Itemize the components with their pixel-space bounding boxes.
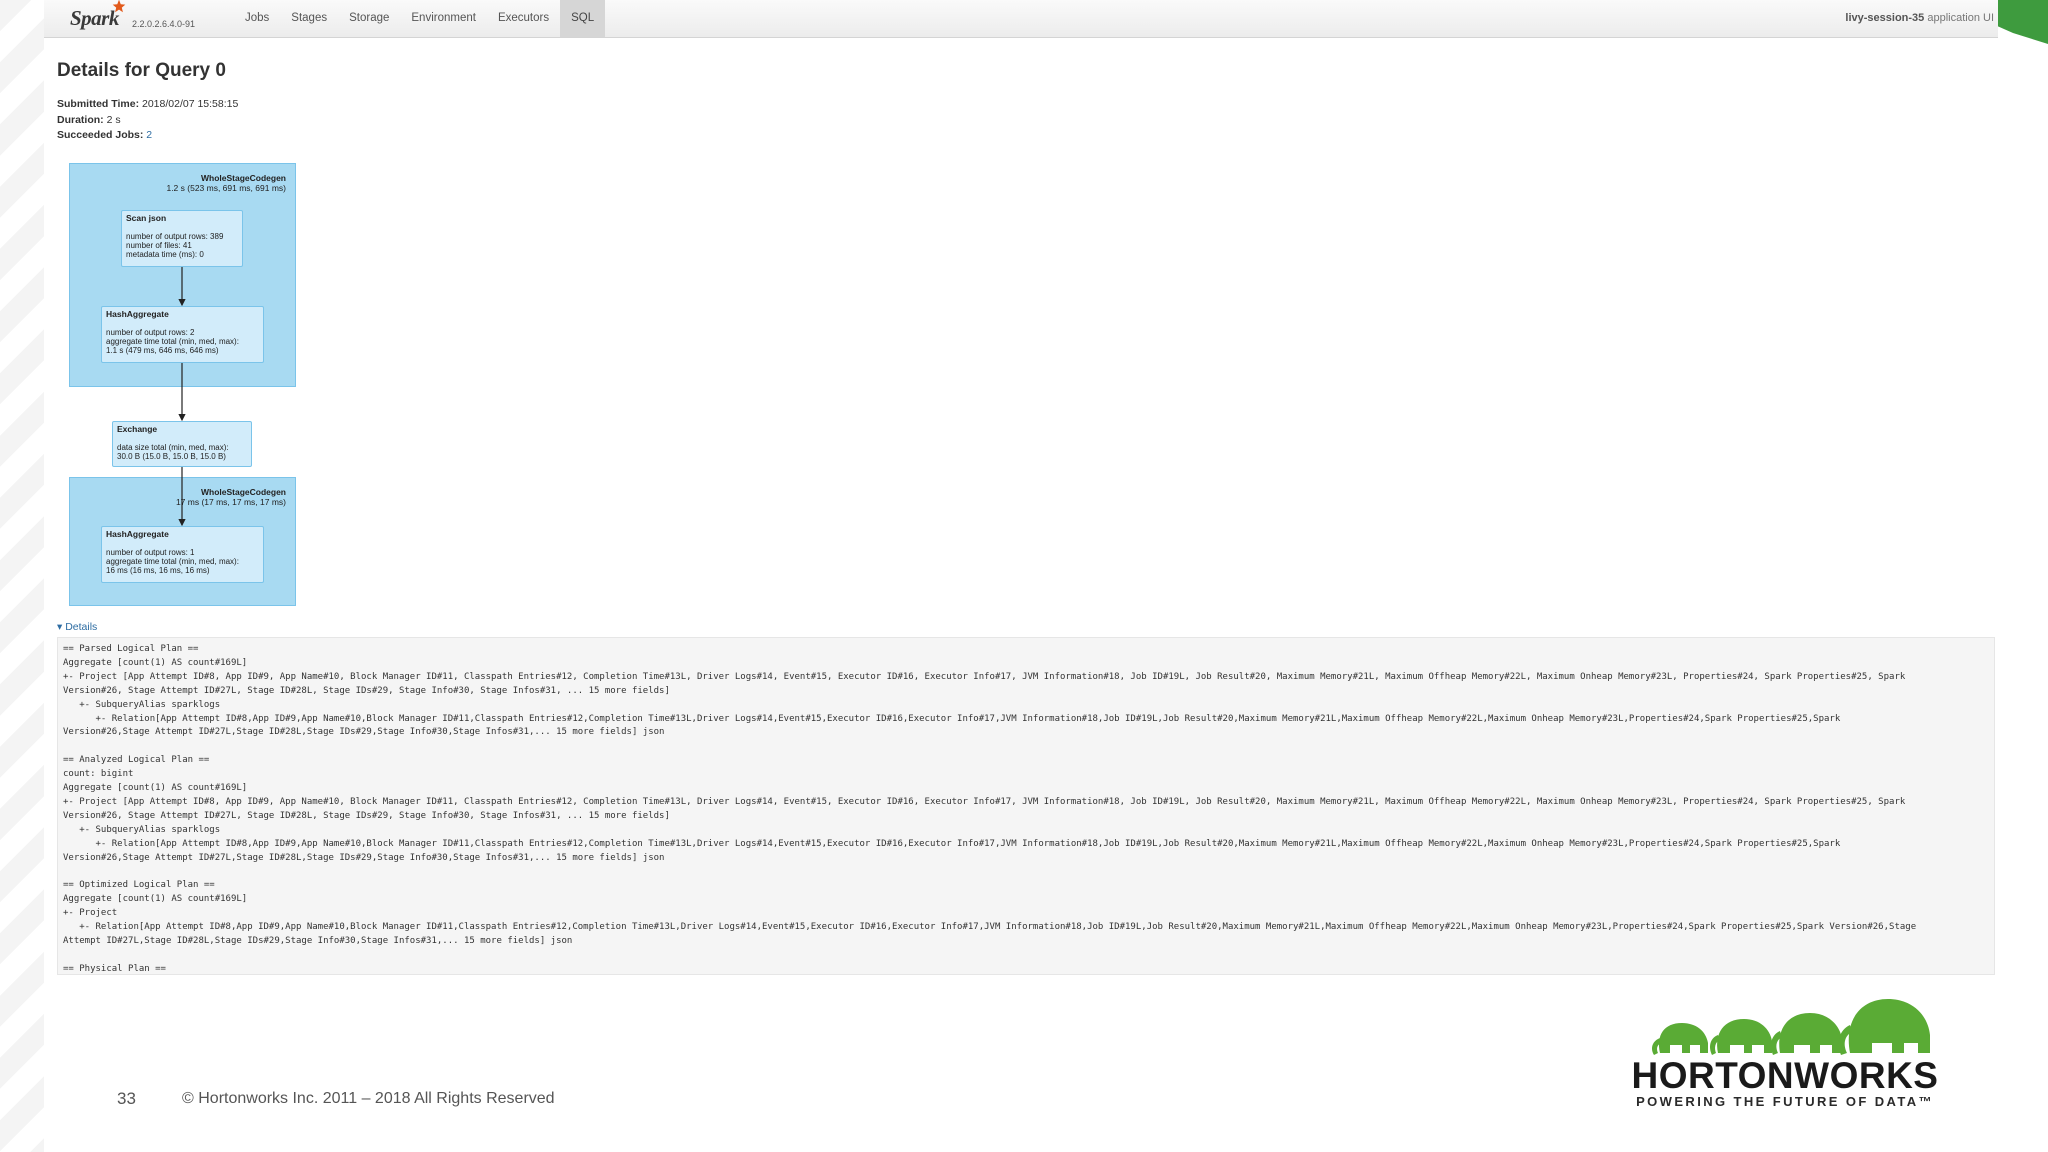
succeeded-jobs-link[interactable]: 2 bbox=[146, 129, 152, 141]
query-plan-text: == Parsed Logical Plan == Aggregate [cou… bbox=[57, 637, 1995, 975]
submitted-time-row: Submitted Time: 2018/02/07 15:58:15 bbox=[57, 97, 238, 113]
plan-line: count: bigint bbox=[63, 769, 134, 780]
plan-line: Version#26,Stage Attempt ID#27L,Stage ID… bbox=[63, 852, 665, 863]
slide-green-accent bbox=[1998, 0, 2048, 44]
succeeded-jobs-label: Succeeded Jobs: bbox=[57, 129, 144, 141]
cluster-1-metric: 1.2 s (523 ms, 691 ms, 691 ms) bbox=[166, 182, 286, 193]
cluster-2-title: WholeStageCodegen 17 ms (17 ms, 17 ms, 1… bbox=[175, 487, 286, 507]
node-hash-aggregate-2[interactable]: HashAggregate number of output rows: 1 a… bbox=[101, 526, 264, 583]
plan-line: == Optimized Logical Plan == bbox=[63, 880, 215, 891]
node-scan-title: Scan json bbox=[126, 213, 167, 223]
plan-line: Aggregate [count(1) AS count#169L] bbox=[63, 783, 248, 794]
logo-tagline: POWERING THE FUTURE OF DATA™ bbox=[1636, 1094, 1934, 1109]
node-hash1-metric: number of output rows: 2 bbox=[106, 328, 195, 337]
node-hash1-metric: 1.1 s (479 ms, 646 ms, 646 ms) bbox=[106, 346, 219, 355]
tab-stages[interactable]: Stages bbox=[280, 0, 338, 37]
duration-value: 2 s bbox=[106, 113, 121, 126]
spark-star-icon bbox=[112, 0, 126, 13]
cluster-2-metric: 17 ms (17 ms, 17 ms, 17 ms) bbox=[175, 496, 286, 507]
details-toggle[interactable]: ▾ Details bbox=[57, 621, 97, 633]
tab-executors[interactable]: Executors bbox=[487, 0, 560, 37]
page-title: Details for Query 0 bbox=[57, 60, 226, 81]
details-label: Details bbox=[65, 621, 98, 633]
node-hash1-metric: aggregate time total (min, med, max): bbox=[106, 337, 239, 346]
node-hash2-metric: aggregate time total (min, med, max): bbox=[106, 557, 239, 566]
node-scan-json[interactable]: Scan json number of output rows: 389 num… bbox=[121, 210, 243, 267]
node-hash2-metric: number of output rows: 1 bbox=[106, 548, 195, 557]
query-meta: Submitted Time: 2018/02/07 15:58:15 Dura… bbox=[57, 97, 238, 144]
node-exchange[interactable]: Exchange data size total (min, med, max)… bbox=[112, 421, 252, 467]
plan-line: == Physical Plan == bbox=[63, 963, 166, 974]
plan-line: Version#26, Stage Attempt ID#27L, Stage … bbox=[63, 810, 670, 821]
plan-line: +- Relation[App Attempt ID#8,App ID#9,Ap… bbox=[95, 838, 1841, 849]
nav-tabs: Jobs Stages Storage Environment Executor… bbox=[234, 0, 606, 37]
plan-line: +- Project [App Attempt ID#8, App ID#9, … bbox=[63, 796, 1906, 807]
cluster-1-title: WholeStageCodegen 1.2 s (523 ms, 691 ms,… bbox=[166, 173, 286, 193]
node-exchange-title: Exchange bbox=[117, 424, 158, 434]
tab-sql[interactable]: SQL bbox=[560, 0, 606, 37]
duration-row: Duration: 2 s bbox=[57, 113, 238, 129]
plan-line: +- Project bbox=[63, 908, 118, 919]
node-hash-aggregate-1[interactable]: HashAggregate number of output rows: 2 a… bbox=[101, 306, 264, 363]
cluster-1-name: WholeStageCodegen bbox=[200, 173, 286, 183]
plan-line: +- Relation[App Attempt ID#8,App ID#9,Ap… bbox=[95, 713, 1841, 724]
plan-line: Attempt ID#27L,Stage ID#28L,Stage IDs#29… bbox=[63, 936, 573, 947]
node-hash1-title: HashAggregate bbox=[106, 309, 169, 319]
node-hash2-metric: 16 ms (16 ms, 16 ms, 16 ms) bbox=[106, 566, 210, 575]
plan-line: Aggregate [count(1) AS count#169L] bbox=[63, 657, 248, 668]
plan-line: +- Relation[App Attempt ID#8,App ID#9,Ap… bbox=[79, 922, 1917, 933]
plan-line: +- SubqueryAlias sparklogs bbox=[79, 699, 221, 710]
node-hash2-title: HashAggregate bbox=[106, 529, 169, 539]
node-scan-metric: metadata time (ms): 0 bbox=[126, 250, 204, 259]
plan-line: +- SubqueryAlias sparklogs bbox=[79, 824, 221, 835]
node-exchange-metric: data size total (min, med, max): bbox=[117, 443, 229, 452]
submitted-time-label: Submitted Time: bbox=[57, 98, 140, 110]
spark-navbar: Spark 2.2.0.2.6.4.0-91 Jobs Stages Stora… bbox=[44, 0, 1998, 38]
copyright-text: © Hortonworks Inc. 2011 – 2018 All Right… bbox=[182, 1090, 555, 1107]
app-ui-label: application UI bbox=[1927, 12, 1994, 24]
submitted-time-value: 2018/02/07 15:58:15 bbox=[141, 98, 239, 110]
plan-line: Version#26, Stage Attempt ID#27L, Stage … bbox=[63, 685, 670, 696]
node-exchange-metric: 30.0 B (15.0 B, 15.0 B, 15.0 B) bbox=[117, 452, 226, 461]
tab-jobs[interactable]: Jobs bbox=[234, 0, 280, 37]
cluster-2-name: WholeStageCodegen bbox=[200, 487, 286, 497]
logo-name: HORTONWORKS bbox=[1631, 1055, 1939, 1096]
succeeded-jobs-row: Succeeded Jobs: 2 bbox=[57, 128, 238, 144]
plan-line: Version#26,Stage Attempt ID#27L,Stage ID… bbox=[63, 727, 665, 738]
plan-line: == Analyzed Logical Plan == bbox=[63, 755, 210, 766]
plan-line: +- Project [App Attempt ID#8, App ID#9, … bbox=[63, 671, 1906, 682]
spark-version: 2.2.0.2.6.4.0-91 bbox=[132, 19, 196, 29]
elephant-herd-icon bbox=[1652, 999, 1930, 1055]
slide-number: 33 bbox=[117, 1089, 136, 1108]
node-scan-metric: number of files: 41 bbox=[126, 241, 192, 250]
tab-storage[interactable]: Storage bbox=[338, 0, 400, 37]
dag-edges bbox=[178, 267, 186, 527]
duration-label: Duration: bbox=[57, 113, 104, 126]
hortonworks-logo: HORTONWORKS POWERING THE FUTURE OF DATA™ bbox=[1630, 983, 1940, 1109]
node-scan-metric: number of output rows: 389 bbox=[126, 232, 224, 241]
tab-environment[interactable]: Environment bbox=[400, 0, 487, 37]
plan-line: == Parsed Logical Plan == bbox=[63, 644, 199, 654]
caret-down-icon: ▾ bbox=[57, 621, 63, 633]
app-session-label: livy-session-35 application UI bbox=[1845, 0, 1994, 36]
plan-line: Aggregate [count(1) AS count#169L] bbox=[63, 894, 248, 905]
session-name: livy-session-35 bbox=[1845, 12, 1925, 24]
slide-left-decoration bbox=[0, 0, 44, 1152]
